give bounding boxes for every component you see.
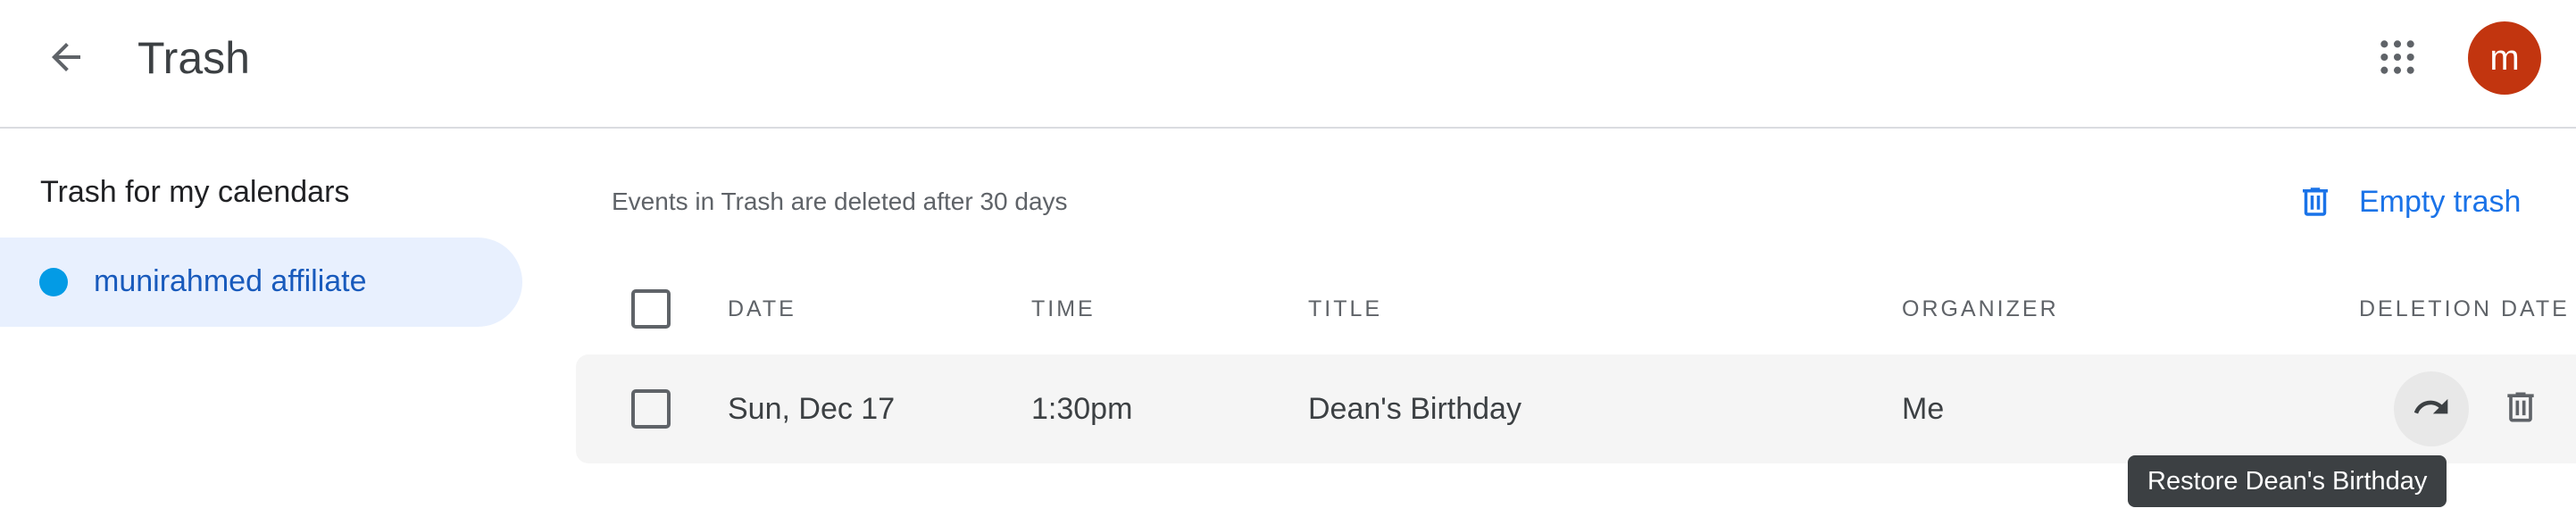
table-header-row: DATE TIME TITLE ORGANIZER DELETION DATE <box>576 279 2576 341</box>
column-header-time[interactable]: TIME <box>1031 296 1096 322</box>
app-header: Trash m <box>0 0 2576 129</box>
trash-icon <box>2297 183 2334 221</box>
row-date: Sun, Dec 17 <box>728 392 896 426</box>
column-header-title[interactable]: TITLE <box>1308 296 1382 322</box>
row-organizer: Me <box>1902 392 1945 426</box>
column-header-date[interactable]: DATE <box>728 296 796 322</box>
row-time: 1:30pm <box>1031 392 1133 426</box>
delete-forever-button[interactable] <box>2483 371 2558 446</box>
table-row[interactable]: Sun, Dec 17 1:30pm Dean's Birthday Me <box>576 354 2576 463</box>
column-header-deletion-date[interactable]: DELETION DATE <box>2359 296 2570 322</box>
select-all-checkbox[interactable] <box>631 289 671 329</box>
sidebar-item-calendar[interactable]: munirahmed affiliate <box>0 238 522 327</box>
apps-grid-icon <box>2378 38 2417 81</box>
restore-button[interactable] <box>2394 371 2469 446</box>
column-header-organizer[interactable]: ORGANIZER <box>1902 296 2059 322</box>
arrow-back-icon <box>45 36 88 83</box>
row-title: Dean's Birthday <box>1308 392 1521 426</box>
apps-button[interactable] <box>2362 23 2433 95</box>
empty-trash-label: Empty trash <box>2359 184 2522 219</box>
empty-trash-button[interactable]: Empty trash <box>2297 175 2521 229</box>
calendar-color-dot <box>39 268 68 296</box>
restore-tooltip: Restore Dean's Birthday <box>2128 455 2447 507</box>
restore-icon <box>2412 388 2451 431</box>
trash-icon <box>2501 388 2540 431</box>
sidebar-item-label: munirahmed affiliate <box>94 264 367 298</box>
sidebar-heading: Trash for my calendars <box>40 175 350 209</box>
page-title: Trash <box>138 33 250 83</box>
account-avatar[interactable]: m <box>2468 21 2541 95</box>
trash-info-text: Events in Trash are deleted after 30 day… <box>612 188 1068 215</box>
back-button[interactable] <box>32 25 100 93</box>
row-checkbox[interactable] <box>631 389 671 429</box>
